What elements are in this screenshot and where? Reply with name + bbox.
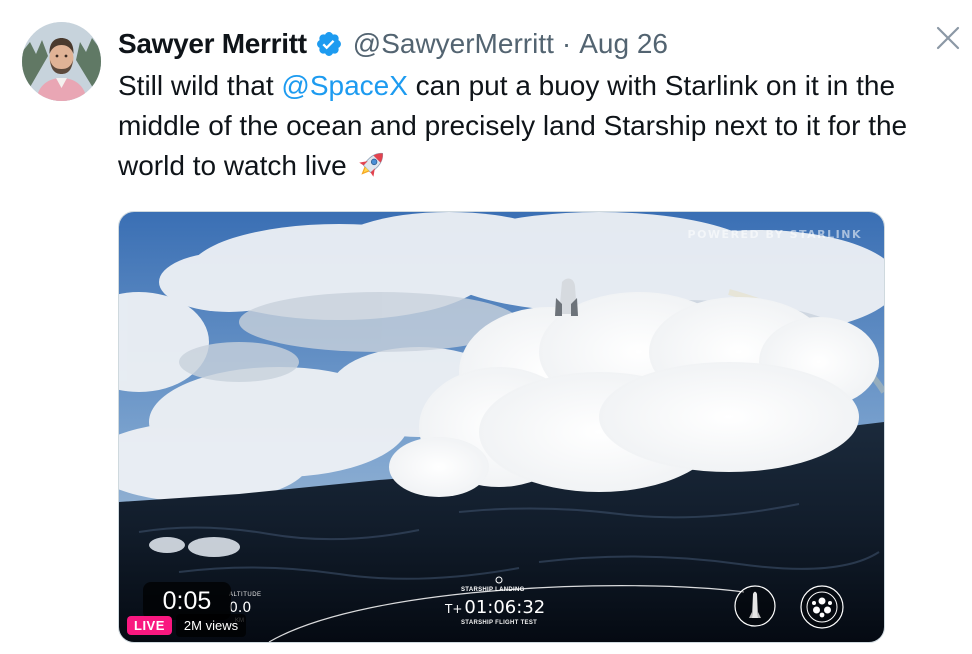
mention-spacex[interactable]: @SpaceX (281, 70, 408, 101)
avatar-image (22, 22, 101, 101)
author-handle[interactable]: @SawyerMerritt (353, 28, 554, 60)
altitude-label: ALTITUDE (229, 592, 262, 598)
live-badge: LIVE (127, 616, 172, 635)
verified-badge-icon (315, 30, 343, 58)
tweet-date[interactable]: Aug 26 (579, 28, 668, 60)
video-player[interactable]: POWERED BY STARLINK ALTITUDE 0.0 KM 0:05… (118, 211, 885, 643)
mission-clock-prefix: T+ (445, 602, 463, 616)
separator-dot: · (561, 28, 572, 59)
avatar[interactable] (22, 22, 101, 101)
author-name[interactable]: Sawyer Merritt (118, 28, 307, 60)
view-count: 2M views (175, 614, 247, 637)
mission-clock: T+ 01:06:32 (445, 597, 545, 618)
live-status: LIVE 2M views (127, 614, 247, 637)
starlink-watermark: POWERED BY STARLINK (687, 228, 862, 241)
starship-gauge-icon (733, 584, 777, 628)
video-frame (119, 212, 884, 642)
booster-gauge-icon (799, 584, 845, 630)
landing-label: STARSHIP LANDING (461, 587, 525, 593)
tweet-header: Sawyer Merritt @SawyerMerritt · Aug 26 (118, 24, 668, 64)
rocket-emoji (355, 147, 389, 181)
close-icon[interactable] (934, 24, 962, 52)
flight-test-label: STARSHIP FLIGHT TEST (461, 620, 538, 626)
mission-clock-value: 01:06:32 (464, 597, 546, 618)
tweet-text-before: Still wild that (118, 70, 282, 101)
tweet-text: Still wild that @SpaceX can put a buoy w… (118, 66, 918, 186)
